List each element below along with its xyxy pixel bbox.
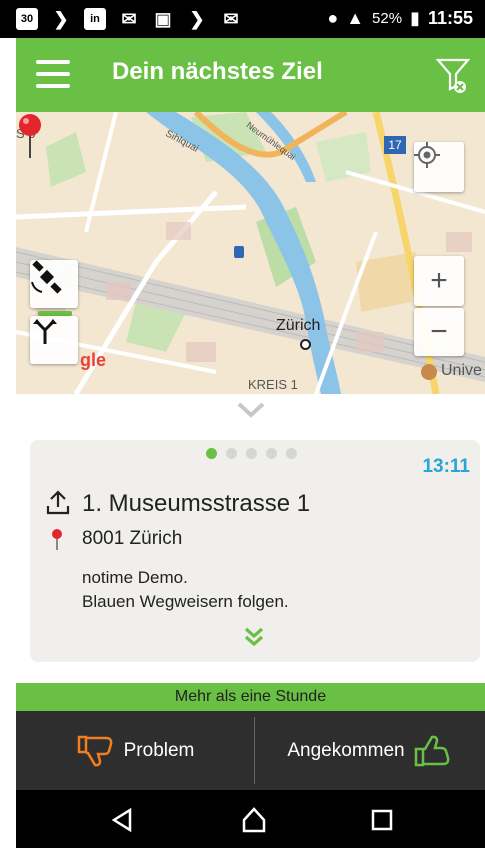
filter-icon[interactable] xyxy=(435,56,471,96)
my-location-button[interactable] xyxy=(414,142,464,192)
pager-dot-1[interactable] xyxy=(206,448,217,459)
pager-dot-3[interactable] xyxy=(246,448,257,459)
note-line-2: Blauen Wegweisern folgen. xyxy=(82,592,289,611)
arrived-button[interactable]: Angekommen xyxy=(255,711,485,790)
back-nav-icon[interactable] xyxy=(106,804,138,836)
eta-status-label: Mehr als eine Stunde xyxy=(174,688,327,705)
action-bar: Problem Angekommen xyxy=(16,711,485,790)
problem-label: Problem xyxy=(123,739,195,761)
signal-icon: ▲ xyxy=(346,8,365,28)
location-icon: ● xyxy=(327,8,339,28)
pager-dots[interactable] xyxy=(206,448,297,459)
map-label-line17: 17 xyxy=(384,136,406,154)
home-nav-icon[interactable] xyxy=(238,804,270,836)
battery-icon: ▮ xyxy=(410,8,420,28)
expand-double-chevron-icon[interactable] xyxy=(242,626,266,648)
crosshair-icon xyxy=(414,142,440,168)
destination-city: 8001 Zürich xyxy=(82,528,183,549)
eta-status-bar: Mehr als eine Stunde xyxy=(16,683,485,711)
destination-pin-icon[interactable] xyxy=(16,112,44,160)
map-label-uni: Unive xyxy=(441,362,482,379)
battery-percent: 52% xyxy=(372,10,403,27)
google-logo: gle xyxy=(80,350,107,370)
status-bar: 30 ❯ in ✉ ▣ ❯ ✉ ● ▲ 52% ▮ 11:55 xyxy=(0,0,485,38)
map-view[interactable]: S 5 17 Sihlquai Neumühlequai Zürich KREI… xyxy=(16,112,485,394)
problem-button[interactable]: Problem xyxy=(16,711,254,790)
mail-notification-icon-2: ✉ xyxy=(223,8,239,29)
map-label-city: Zürich xyxy=(276,317,321,334)
menu-icon[interactable] xyxy=(36,60,70,88)
page-title: Dein nächstes Ziel xyxy=(112,58,323,85)
app-notification-icon: ❯ xyxy=(53,8,69,29)
destination-address: 1. Museumsstrasse 1 xyxy=(82,490,311,517)
upload-icon xyxy=(46,490,70,515)
eta-time: 13:11 xyxy=(422,456,470,477)
app-notification-icon-2: ❯ xyxy=(189,8,205,29)
destination-card[interactable]: 13:11 1. Museumsstrasse 1 8001 Zürich no… xyxy=(30,440,480,662)
photo-notification-icon: ▣ xyxy=(154,8,172,29)
map-label-district: KREIS 1 xyxy=(248,377,298,392)
app-bar: Dein nächstes Ziel xyxy=(16,38,485,112)
university-icon xyxy=(421,364,437,380)
collapse-chevron-icon[interactable] xyxy=(235,400,267,420)
recents-nav-icon[interactable] xyxy=(366,804,398,836)
thumbs-up-icon xyxy=(414,735,449,766)
city-center-dot xyxy=(300,339,311,350)
arrived-label: Angekommen xyxy=(287,739,405,761)
clock: 11:55 xyxy=(427,8,473,28)
note-line-1: notime Demo. xyxy=(82,568,188,587)
gps-status-button[interactable] xyxy=(30,260,78,316)
linkedin-notification-icon: in xyxy=(84,8,106,30)
route-toggle-button[interactable] xyxy=(30,316,78,364)
zoom-out-button[interactable]: − xyxy=(414,308,464,356)
zoom-in-button[interactable]: + xyxy=(414,256,464,306)
pager-dot-4[interactable] xyxy=(266,448,277,459)
mail-notification-icon: ✉ xyxy=(121,8,137,29)
thumbs-down-icon xyxy=(77,735,113,766)
pager-dot-5[interactable] xyxy=(286,448,297,459)
satellite-icon xyxy=(31,260,62,294)
fork-arrows-icon xyxy=(33,319,57,344)
calendar-notification-icon: 30 xyxy=(16,8,38,30)
location-pin-icon xyxy=(52,529,62,550)
system-nav-bar xyxy=(16,790,485,848)
pager-dot-2[interactable] xyxy=(226,448,237,459)
